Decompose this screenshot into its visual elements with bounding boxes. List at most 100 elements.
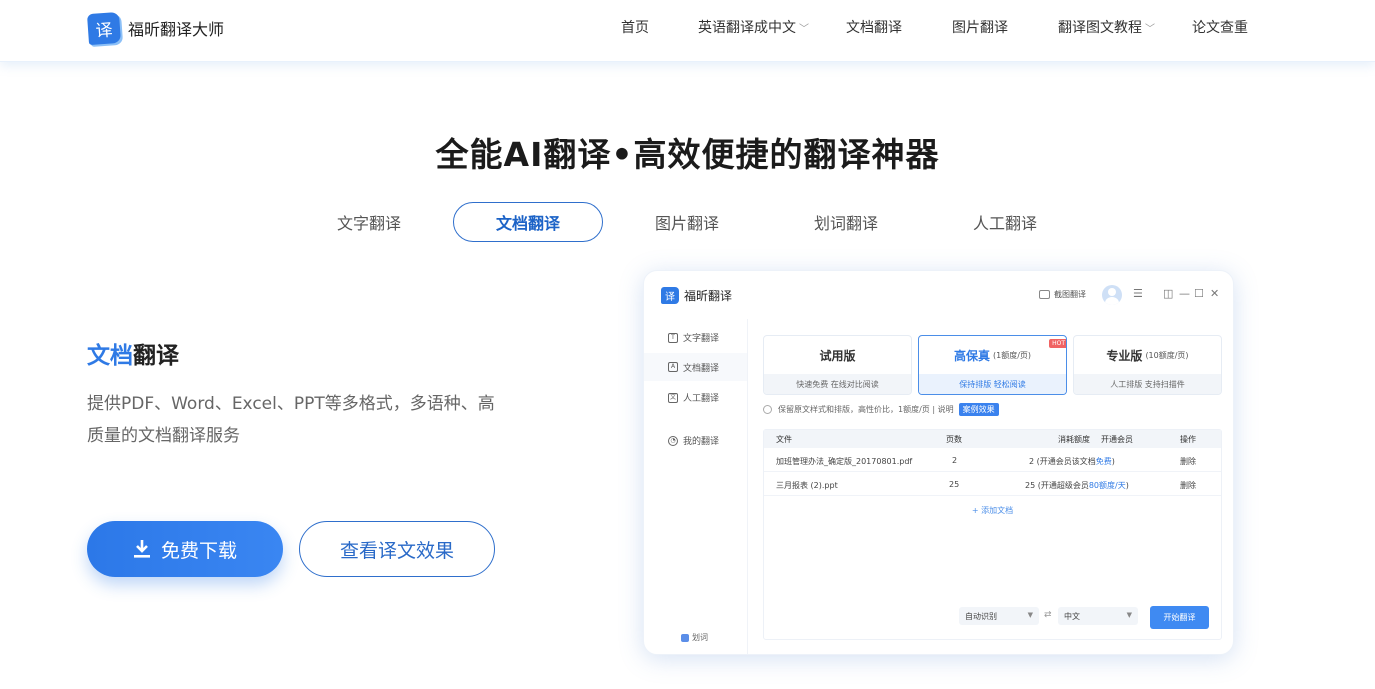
quota-end: ) bbox=[1111, 457, 1115, 466]
plan-card-high-fidelity[interactable]: HOT 高保真 (1额度/页) 保持排版 轻松阅读 bbox=[918, 335, 1067, 395]
layout-option[interactable]: 保留原文样式和排版，高性价比，1额度/页 | 说明 案例效果 bbox=[763, 403, 999, 416]
translate-logo-icon: 译 bbox=[86, 11, 122, 45]
feature-title-rest: 翻译 bbox=[133, 343, 179, 369]
plan-card-trial[interactable]: 试用版 快速免费 在线对比阅读 bbox=[763, 335, 912, 395]
swap-language-icon[interactable]: ⇄ bbox=[1044, 610, 1052, 620]
nav-home[interactable]: 首页 bbox=[621, 0, 649, 54]
chevron-down-icon: ﹀ bbox=[799, 23, 809, 35]
quota-cost: 2 (开通会员该文档免费) bbox=[1029, 456, 1115, 467]
table-header: 文件 页数 消耗额度 开通会员 操作 bbox=[764, 430, 1221, 448]
feature-title-highlight: 文档 bbox=[87, 343, 133, 369]
feature-description: 提供PDF、Word、Excel、PPT等多格式，多语种、高质量的文档翻译服务 bbox=[87, 394, 495, 446]
sidebar-item-doc-translate[interactable]: A 文档翻译 bbox=[644, 353, 747, 381]
plan-title: 高保真 (1额度/页) bbox=[919, 336, 1066, 375]
quota-text: 2 (开通会员该文档 bbox=[1029, 457, 1096, 466]
col-action: 操作 bbox=[1180, 435, 1196, 444]
free-download-button[interactable]: 免费下载 bbox=[87, 521, 283, 577]
nav-label: 文档翻译 bbox=[846, 20, 902, 36]
sidebar-item-label: 我的翻译 bbox=[683, 437, 720, 447]
download-icon bbox=[133, 540, 150, 558]
nav-label: 图片翻译 bbox=[952, 20, 1008, 36]
quota-text: 25 (开通超级会员 bbox=[1025, 481, 1089, 490]
file-name: 加班管理办法_确定版_20170801.pdf bbox=[776, 457, 913, 466]
feature-title: 文档翻译 bbox=[87, 336, 179, 370]
nav-label: 论文查重 bbox=[1192, 20, 1248, 36]
radio-icon bbox=[763, 405, 772, 414]
quota-link[interactable]: 80额度/天 bbox=[1089, 481, 1126, 490]
col-file: 文件 bbox=[776, 435, 792, 444]
menu-icon[interactable]: ☰ bbox=[1133, 287, 1143, 301]
user-icon: ◔ bbox=[668, 435, 678, 446]
quota-cost: 25 (开通超级会员80额度/天) bbox=[1025, 480, 1129, 491]
screenshot-label: 截图翻译 bbox=[1054, 290, 1086, 299]
text-icon: T bbox=[668, 332, 678, 343]
table-row: 加班管理办法_确定版_20170801.pdf 2 2 (开通会员该文档免费) … bbox=[764, 448, 1221, 472]
avatar[interactable] bbox=[1102, 285, 1122, 305]
table-row: 三月报表 (2).ppt 25 25 (开通超级会员80额度/天) 删除 bbox=[764, 472, 1221, 496]
nav-image-translate[interactable]: 图片翻译 bbox=[952, 0, 1008, 54]
screenshot-translate-button[interactable]: 截图翻译 bbox=[1039, 289, 1086, 300]
top-navbar: 译 福昕翻译大师 首页 英语翻译成中文 ﹀ 文档翻译 图片翻译 翻译图文教程 ﹀ 论… bbox=[0, 0, 1375, 62]
sidebar-item-label: 文档翻译 bbox=[683, 363, 720, 374]
plan-desc: 保持排版 轻松阅读 bbox=[919, 374, 1066, 394]
sidebar-item-text-translate[interactable]: T 文字翻译 bbox=[668, 331, 719, 344]
camera-icon bbox=[1039, 290, 1050, 299]
view-translation-button[interactable]: 查看译文效果 bbox=[299, 521, 495, 577]
brand-name: 福昕翻译大师 bbox=[128, 20, 225, 39]
quota-end: ) bbox=[1125, 481, 1129, 490]
plan-quota: (10额度/页) bbox=[1145, 351, 1189, 360]
plan-card-pro[interactable]: 专业版 (10额度/页) 人工排版 支持扫描件 bbox=[1073, 335, 1222, 395]
sidebar-item-label: 人工翻译 bbox=[683, 394, 720, 404]
plan-title-text: 试用版 bbox=[819, 349, 856, 363]
brand-logo[interactable]: 译 福昕翻译大师 bbox=[86, 11, 225, 45]
target-language-value: 中文 bbox=[1064, 612, 1080, 621]
nav-tutorials[interactable]: 翻译图文教程 ﹀ bbox=[1058, 0, 1155, 54]
sidebar-item-human-translate[interactable]: 文人工翻译 bbox=[668, 391, 719, 404]
file-table: 文件 页数 消耗额度 开通会员 操作 加班管理办法_确定版_20170801.p… bbox=[763, 429, 1222, 640]
plan-title-text: 专业版 bbox=[1106, 349, 1143, 363]
pin-icon[interactable]: ◫ bbox=[1163, 287, 1173, 301]
checkbox-icon bbox=[681, 633, 689, 642]
sidebar-item-my-translations[interactable]: ◔ 我的翻译 bbox=[668, 434, 719, 447]
maximize-icon[interactable]: ☐ bbox=[1194, 287, 1204, 301]
nav-label: 翻译图文教程 bbox=[1058, 20, 1142, 36]
minimize-icon[interactable]: — bbox=[1179, 287, 1190, 301]
nav-doc-translate[interactable]: 文档翻译 bbox=[846, 0, 902, 54]
app-logo-icon: 译 bbox=[661, 287, 679, 304]
nav-en-to-zh[interactable]: 英语翻译成中文 ﹀ bbox=[698, 0, 809, 54]
word-translate-toggle[interactable]: 划词 bbox=[681, 632, 708, 643]
close-icon[interactable]: ✕ bbox=[1210, 287, 1219, 301]
plan-desc: 快速免费 在线对比阅读 bbox=[764, 374, 911, 394]
tab-word-translate[interactable]: 划词翻译 bbox=[807, 202, 885, 242]
app-sidebar: T 文字翻译 A 文档翻译 文人工翻译 ◔ 我的翻译 bbox=[644, 319, 748, 654]
free-download-label: 免费下载 bbox=[160, 539, 237, 562]
chevron-down-icon: ▼ bbox=[1126, 611, 1132, 619]
add-document-button[interactable]: + 添加文档 bbox=[764, 505, 1221, 516]
tab-image-translate[interactable]: 图片翻译 bbox=[648, 202, 726, 242]
delete-button[interactable]: 删除 bbox=[1180, 456, 1196, 467]
tab-doc-translate[interactable]: 文档翻译 bbox=[453, 202, 603, 242]
page-count: 2 bbox=[952, 456, 958, 465]
chevron-down-icon: ﹀ bbox=[1145, 23, 1155, 35]
delete-button[interactable]: 删除 bbox=[1180, 480, 1196, 491]
open-vip-link[interactable]: 开通会员 bbox=[1101, 434, 1133, 445]
quota-link[interactable]: 免费 bbox=[1096, 457, 1112, 466]
app-name: 福昕翻译 bbox=[684, 289, 733, 303]
plan-title-text: 高保真 bbox=[953, 349, 990, 363]
human-translate-icon: 文 bbox=[668, 392, 678, 403]
nav-label: 首页 bbox=[621, 20, 649, 36]
source-language-select[interactable]: 自动识别 ▼ bbox=[959, 607, 1039, 625]
start-translate-button[interactable]: 开始翻译 bbox=[1150, 606, 1209, 629]
page-title: 全能AI翻译•高效便捷的翻译神器 bbox=[435, 135, 940, 174]
col-pages: 页数 bbox=[946, 435, 962, 444]
case-effect-button[interactable]: 案例效果 bbox=[958, 403, 999, 416]
source-language-value: 自动识别 bbox=[965, 612, 997, 621]
option-text: 保留原文样式和排版，高性价比，1额度/页 | 说明 bbox=[778, 405, 954, 414]
page-count: 25 bbox=[949, 480, 960, 489]
col-quota: 消耗额度 bbox=[1058, 435, 1090, 444]
nav-label: 英语翻译成中文 bbox=[698, 20, 796, 36]
tab-text-translate[interactable]: 文字翻译 bbox=[330, 202, 408, 242]
target-language-select[interactable]: 中文 ▼ bbox=[1058, 607, 1138, 625]
tab-human-translate[interactable]: 人工翻译 bbox=[966, 202, 1044, 242]
nav-plagiarism-check[interactable]: 论文查重 bbox=[1192, 0, 1248, 54]
